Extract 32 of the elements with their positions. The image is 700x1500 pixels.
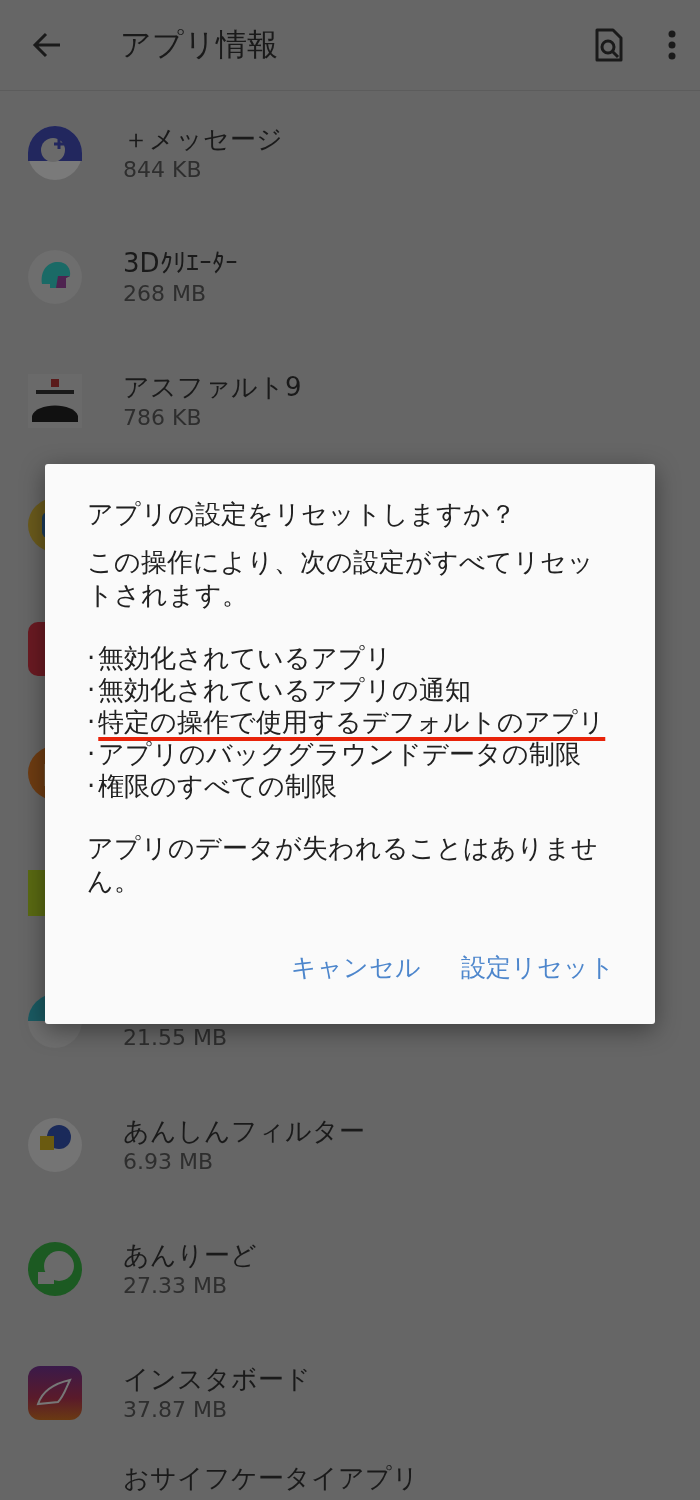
app-size: 844 KB xyxy=(123,156,203,184)
app-size: 786 KB xyxy=(123,404,203,432)
app-name: アスファルト9 xyxy=(123,371,302,404)
app-size: 6.93 MB xyxy=(123,1148,215,1176)
app-size: 268 MB xyxy=(123,280,208,308)
app-name: 3Dｸﾘｴｰﾀｰ xyxy=(123,247,238,280)
reset-button[interactable]: 設定リセット xyxy=(461,947,615,988)
search-document-icon[interactable] xyxy=(594,28,624,62)
bullet-marker: · xyxy=(87,738,96,770)
dialog-note: アプリのデータが失われることはありません。 xyxy=(87,832,599,898)
dialog-title: アプリの設定をリセットしますか？ xyxy=(87,498,517,531)
bullet-marker: · xyxy=(87,770,96,802)
app-name: ＋メッセージ xyxy=(123,123,283,156)
app-bar-title: アプリ情報 xyxy=(120,25,279,64)
app-name: インスタボード xyxy=(123,1363,311,1396)
reset-item: 無効化されているアプリの通知 xyxy=(98,674,472,706)
back-icon[interactable] xyxy=(32,32,62,58)
reset-item: 無効化されているアプリ xyxy=(98,642,393,674)
app-name: あんりーど xyxy=(123,1239,257,1272)
app-size: 37.87 MB xyxy=(123,1396,229,1424)
dialog-message: この操作により、次の設定がすべてリセットされます。 xyxy=(87,546,595,612)
bullet-marker: · xyxy=(87,642,96,674)
bullet-marker: · xyxy=(87,674,96,706)
app-name: あんしんフィルター xyxy=(123,1115,365,1148)
app-size: 27.33 MB xyxy=(123,1272,229,1300)
reset-item: 権限のすべての制限 xyxy=(98,770,338,802)
reset-item: 特定の操作で使用するデフォルトのアプリ xyxy=(98,706,606,738)
reset-item: アプリのバックグラウンドデータの制限 xyxy=(98,738,582,770)
cancel-button[interactable]: キャンセル xyxy=(291,947,421,988)
app-name: おサイフケータイアプリ xyxy=(123,1462,419,1495)
more-options-icon[interactable] xyxy=(668,30,676,60)
bullet-marker: · xyxy=(87,706,96,738)
